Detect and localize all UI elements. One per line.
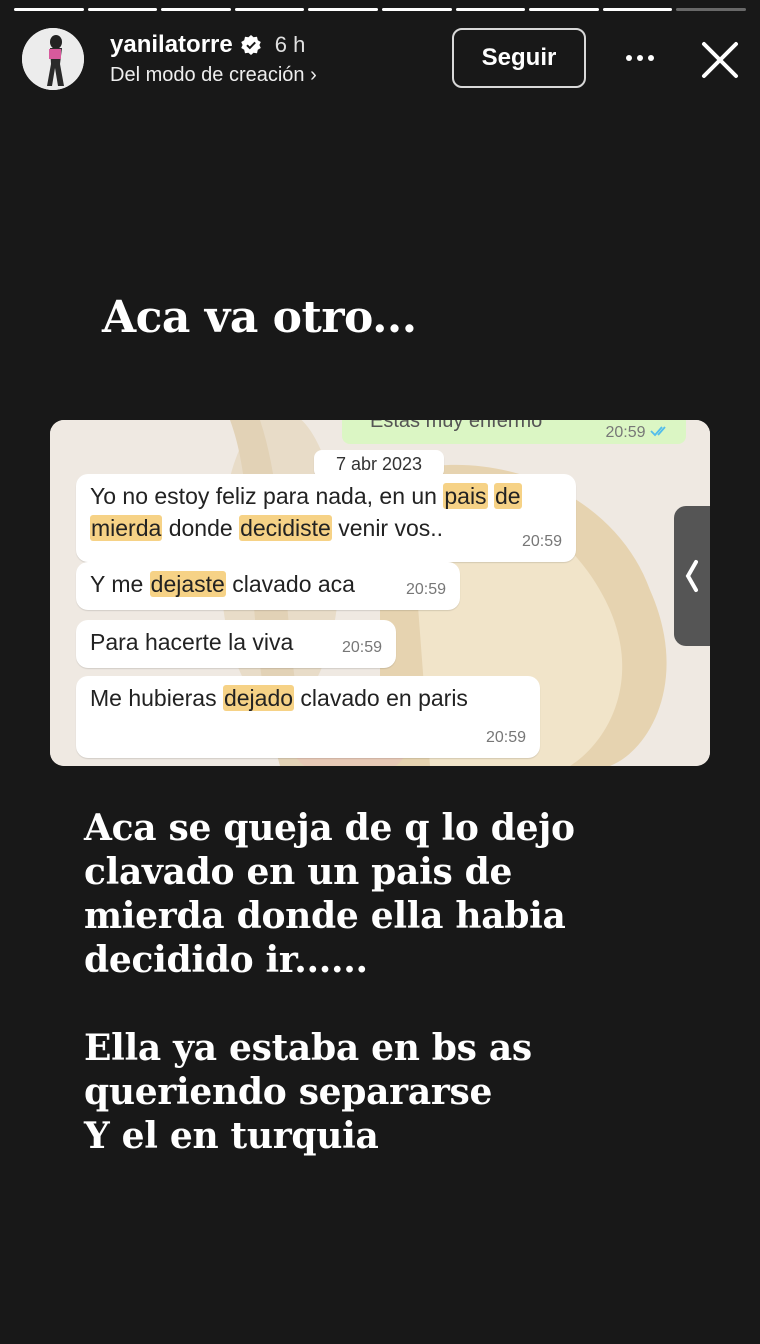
message-time: 20:59: [485, 729, 526, 746]
creation-mode-label: Del modo de creación: [110, 64, 305, 86]
story-caption-bottom: Aca se queja de q lo dejo clavado en un …: [84, 807, 575, 1157]
outgoing-message-partial: Estas muy enfermo 20:59: [342, 420, 686, 444]
avatar-person-icon: [22, 28, 84, 90]
message-text: Y me dejaste clavado aca: [90, 571, 355, 597]
message-text-segment: venir vos..: [331, 515, 444, 541]
message-text-segment: clavado en paris: [294, 685, 468, 711]
message-text-segment: clavado aca: [225, 571, 355, 597]
message-time: 20:59: [606, 424, 671, 442]
chat-screenshot: Estas muy enfermo 20:59 7 abr 2023 Yo no…: [50, 420, 710, 766]
message-text: Yo no estoy feliz para nada, en un pais …: [90, 483, 522, 541]
message-text-segment: Yo no estoy feliz para nada, en un: [90, 483, 444, 509]
more-options-icon[interactable]: [620, 48, 660, 68]
progress-segment: [602, 8, 673, 11]
verified-badge-icon: [240, 35, 261, 55]
username[interactable]: yanilatorre: [110, 31, 233, 59]
close-icon[interactable]: [698, 38, 742, 82]
chat-message: Yo no estoy feliz para nada, en un pais …: [76, 474, 576, 562]
progress-segment: [676, 8, 746, 11]
avatar[interactable]: [22, 28, 84, 90]
progress-segment: [234, 8, 305, 11]
highlighted-word: mierda: [90, 515, 163, 541]
message-text-segment: donde: [162, 515, 240, 541]
message-time: 20:59: [405, 581, 446, 598]
message-time: 20:59: [521, 533, 562, 550]
message-text-segment: [488, 483, 494, 509]
progress-segment: [308, 8, 378, 11]
progress-segment: [455, 8, 526, 11]
double-check-icon: [650, 426, 666, 437]
follow-button[interactable]: Seguir: [452, 28, 586, 88]
progress-segment: [381, 8, 452, 11]
progress-segment: [87, 8, 158, 11]
chat-message: Para hacerte la viva 20:59: [76, 620, 396, 668]
message-text-segment: Y me: [90, 571, 150, 597]
story-caption-top: Aca va otro...: [102, 292, 417, 343]
story-header: yanilatorre 6 h Del modo de creación › S…: [22, 26, 744, 96]
message-text-segment: Para hacerte la viva: [90, 629, 294, 655]
highlighted-word: decidiste: [239, 515, 332, 541]
highlighted-word: de: [493, 483, 522, 509]
highlighted-word: dejaste: [149, 571, 226, 597]
message-time: 20:59: [341, 639, 382, 656]
message-text: Me hubieras dejado clavado en paris: [90, 685, 468, 711]
message-time-text: 20:59: [605, 424, 646, 441]
highlighted-word: pais: [443, 483, 488, 509]
story-progress-bar: [14, 8, 746, 11]
highlighted-word: dejado: [222, 685, 295, 711]
progress-segment: [14, 8, 84, 11]
chevron-left-icon: [685, 560, 698, 592]
progress-segment: [161, 8, 231, 11]
post-time: 6 h: [274, 32, 306, 57]
message-text-segment: Me hubieras: [90, 685, 223, 711]
chevron-right-icon: ›: [310, 64, 317, 86]
chat-message: Y me dejaste clavado aca 20:59: [76, 562, 460, 610]
outgoing-message-text: Estas muy enfermo: [370, 420, 543, 432]
progress-segment: [529, 8, 599, 11]
side-panel-tab[interactable]: [674, 506, 710, 646]
message-text: Para hacerte la viva: [90, 629, 293, 655]
chat-message: Me hubieras dejado clavado en paris 20:59: [76, 676, 540, 758]
creation-mode-link[interactable]: Del modo de creación ›: [110, 64, 317, 87]
